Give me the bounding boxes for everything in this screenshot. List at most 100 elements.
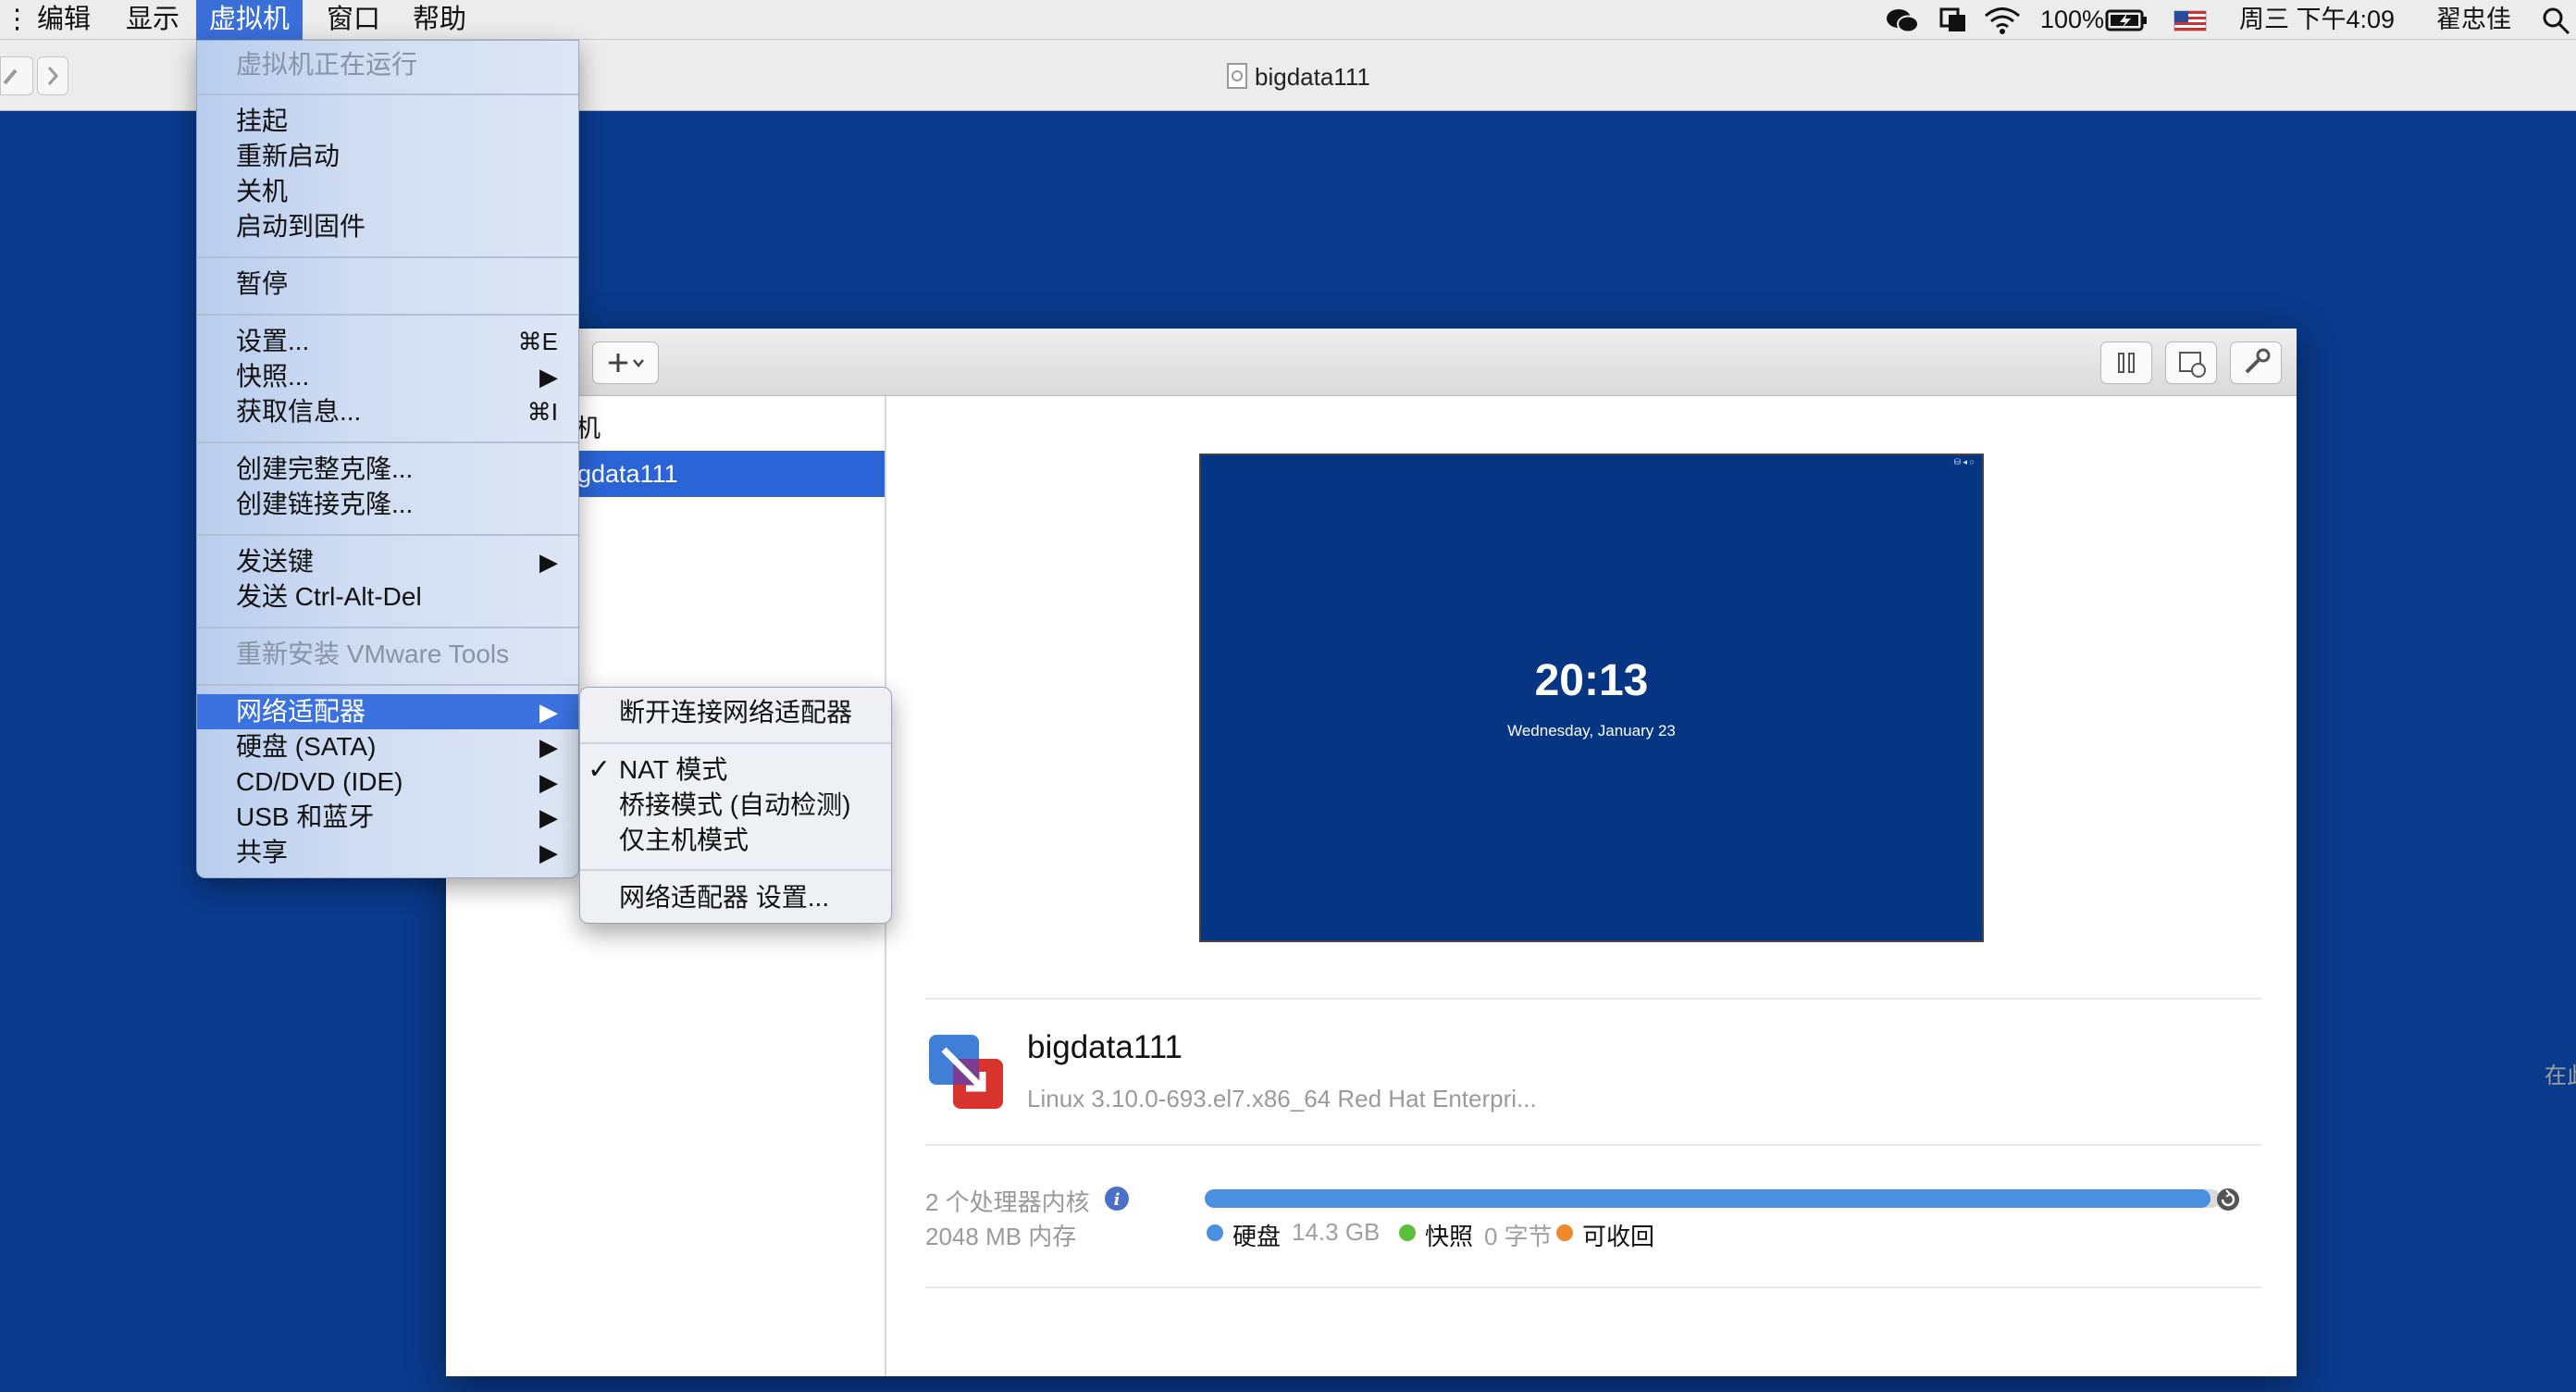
menu-item-suspend[interactable]: 挂起 bbox=[197, 104, 578, 139]
snapshot-button[interactable] bbox=[2165, 342, 2217, 384]
preview-date: Wednesday, January 23 bbox=[1507, 722, 1676, 740]
preview-clock: 20:13 bbox=[1534, 656, 1649, 705]
submenu-arrow-icon: ▶ bbox=[539, 363, 558, 391]
wrench-button[interactable] bbox=[0, 56, 33, 95]
submenu-item-bridged-mode[interactable]: 桥接模式 (自动检测) bbox=[580, 788, 891, 823]
menu-item-network-adapter[interactable]: 网络适配器 ▶ bbox=[197, 694, 578, 729]
menu-separator bbox=[197, 441, 578, 443]
divider bbox=[925, 1286, 2261, 1288]
menu-item-shutdown[interactable]: 关机 bbox=[197, 174, 578, 209]
vm-os-description: Linux 3.10.0-693.el7.x86_64 Red Hat Ente… bbox=[1027, 1085, 1537, 1112]
checkmark-icon: ✓ bbox=[588, 754, 612, 785]
menu-bar: ⋮ 编辑 显示 虚拟机 窗口 帮助 100% 周三 下午4:09 翟忠佳 bbox=[0, 0, 2576, 40]
us-flag-input-icon[interactable] bbox=[2174, 0, 2207, 40]
menu-separator bbox=[197, 314, 578, 316]
menu-item-settings-label: 设置... bbox=[236, 327, 310, 355]
refresh-icon[interactable] bbox=[2215, 1187, 2241, 1212]
menu-item-sharing[interactable]: 共享 ▶ bbox=[197, 835, 578, 870]
menubar-user[interactable]: 翟忠佳 bbox=[2436, 0, 2511, 40]
menu-item-usb-bluetooth[interactable]: USB 和蓝牙 ▶ bbox=[197, 800, 578, 835]
menu-item-hard-disk[interactable]: 硬盘 (SATA) ▶ bbox=[197, 729, 578, 764]
menu-item-sharing-label: 共享 bbox=[236, 838, 289, 866]
menu-view[interactable]: 显示 bbox=[113, 0, 192, 40]
submenu-item-network-settings[interactable]: 网络适配器 设置... bbox=[580, 880, 891, 915]
menu-separator bbox=[580, 869, 891, 871]
menu-separator bbox=[580, 742, 891, 744]
library-detail-pane: ⛁ ◂ ○ 20:13 Wednesday, January 23 bigdat… bbox=[888, 396, 2576, 1376]
battery-icon[interactable] bbox=[2105, 0, 2149, 40]
legend-snapshot-label: 快照 bbox=[1425, 1223, 1474, 1250]
settings-shortcut: ⌘E bbox=[517, 328, 558, 355]
memory-info: 2048 MB 内存 bbox=[925, 1223, 1077, 1250]
screen-mirror-icon[interactable] bbox=[1938, 0, 1969, 40]
legend-disk-label: 硬盘 bbox=[1232, 1223, 1282, 1250]
virtual-machine-menu: 虚拟机正在运行 挂起 重新启动 关机 启动到固件 暂停 设置... ⌘E 快照..… bbox=[196, 40, 579, 878]
forward-button[interactable] bbox=[37, 56, 68, 95]
menu-item-pause[interactable]: 暂停 bbox=[197, 267, 578, 302]
plus-dropdown-icon bbox=[609, 354, 644, 372]
cpu-info: 2 个处理器内核 bbox=[925, 1188, 1090, 1216]
submenu-item-disconnect[interactable]: 断开连接网络适配器 bbox=[580, 695, 891, 730]
menu-item-usb-bluetooth-label: USB 和蓝牙 bbox=[236, 802, 375, 831]
divider bbox=[925, 998, 2261, 1000]
menu-item-send-key[interactable]: 发送键 ▶ bbox=[197, 544, 578, 579]
menu-item-snapshots-label: 快照... bbox=[236, 362, 310, 391]
menu-item-send-ctrl-alt-del[interactable]: 发送 Ctrl-Alt-Del bbox=[197, 579, 578, 615]
menubar-clock[interactable]: 周三 下午4:09 bbox=[2239, 0, 2395, 40]
menu-item-snapshots[interactable]: 快照... ▶ bbox=[197, 359, 578, 394]
legend-disk-value: 14.3 GB bbox=[1292, 1218, 1381, 1246]
menu-item-network-adapter-label: 网络适配器 bbox=[236, 697, 366, 726]
menu-item-boot-firmware[interactable]: 启动到固件 bbox=[197, 209, 578, 244]
add-button[interactable] bbox=[592, 342, 659, 384]
submenu-item-nat-mode[interactable]: ✓ NAT 模式 bbox=[580, 752, 891, 788]
spotlight-search-icon[interactable] bbox=[2539, 0, 2572, 40]
network-adapter-submenu: 断开连接网络适配器 ✓ NAT 模式 桥接模式 (自动检测) 仅主机模式 网络适配… bbox=[579, 687, 892, 924]
submenu-arrow-icon: ▶ bbox=[539, 768, 558, 796]
menu-item-full-clone[interactable]: 创建完整克隆... bbox=[197, 452, 578, 487]
snapshot-icon bbox=[2179, 352, 2206, 378]
preview-status-icons: ⛁ ◂ ○ bbox=[1953, 457, 1975, 466]
add-note-field[interactable]: 在此处添加注释 bbox=[2545, 1057, 2576, 1089]
menu-item-vm-running: 虚拟机正在运行 bbox=[236, 50, 418, 79]
svg-text:i: i bbox=[1114, 1190, 1121, 1210]
info-icon[interactable]: i bbox=[1103, 1185, 1131, 1212]
vm-document-icon bbox=[1227, 63, 1247, 89]
chevron-right-icon bbox=[47, 67, 59, 85]
submenu-arrow-icon: ▶ bbox=[539, 839, 558, 866]
legend-dot-disk bbox=[1207, 1224, 1223, 1241]
menu-item-get-info[interactable]: 获取信息... ⌘I bbox=[197, 394, 578, 429]
menu-window[interactable]: 窗口 bbox=[314, 0, 393, 40]
vm-preview-screen[interactable]: ⛁ ◂ ○ 20:13 Wednesday, January 23 bbox=[1199, 454, 1984, 942]
menu-item-cd-dvd-label: CD/DVD (IDE) bbox=[236, 767, 403, 796]
get-info-shortcut: ⌘I bbox=[526, 398, 558, 426]
submenu-arrow-icon: ▶ bbox=[539, 548, 558, 576]
storage-bar-disk-fill bbox=[1205, 1189, 2211, 1208]
menu-separator bbox=[197, 256, 578, 258]
submenu-arrow-icon: ▶ bbox=[539, 733, 558, 761]
menu-item-cd-dvd[interactable]: CD/DVD (IDE) ▶ bbox=[197, 764, 578, 800]
legend-snapshot-value: 0 字节 bbox=[1484, 1223, 1553, 1250]
menu-item-linked-clone[interactable]: 创建链接克隆... bbox=[197, 487, 578, 522]
settings-button[interactable] bbox=[2230, 342, 2282, 384]
wrench-icon bbox=[2245, 348, 2271, 374]
legend-dot-reclaimable bbox=[1556, 1224, 1573, 1241]
submenu-item-host-only[interactable]: 仅主机模式 bbox=[580, 823, 891, 858]
vmware-fusion-logo-icon bbox=[929, 1035, 1003, 1109]
menu-item-restart[interactable]: 重新启动 bbox=[197, 139, 578, 174]
menu-edit[interactable]: 编辑 bbox=[24, 0, 104, 40]
wifi-icon[interactable] bbox=[1982, 0, 2023, 40]
submenu-arrow-icon: ▶ bbox=[539, 698, 558, 726]
pause-button[interactable] bbox=[2100, 342, 2152, 384]
legend-dot-snapshot bbox=[1399, 1224, 1416, 1241]
legend-reclaimable-label: 可收回 bbox=[1582, 1223, 1655, 1250]
window-title: bigdata111 bbox=[1255, 63, 1370, 91]
menu-item-hard-disk-label: 硬盘 (SATA) bbox=[236, 732, 377, 761]
menu-help[interactable]: 帮助 bbox=[400, 0, 479, 40]
storage-bar bbox=[1205, 1189, 2221, 1208]
submenu-arrow-icon: ▶ bbox=[539, 803, 558, 831]
divider bbox=[925, 1144, 2261, 1146]
wechat-icon[interactable] bbox=[1884, 0, 1921, 40]
menu-item-settings[interactable]: 设置... ⌘E bbox=[197, 324, 578, 359]
menu-virtual-machine[interactable]: 虚拟机 bbox=[196, 0, 303, 40]
submenu-item-nat-mode-label: NAT 模式 bbox=[619, 755, 728, 784]
